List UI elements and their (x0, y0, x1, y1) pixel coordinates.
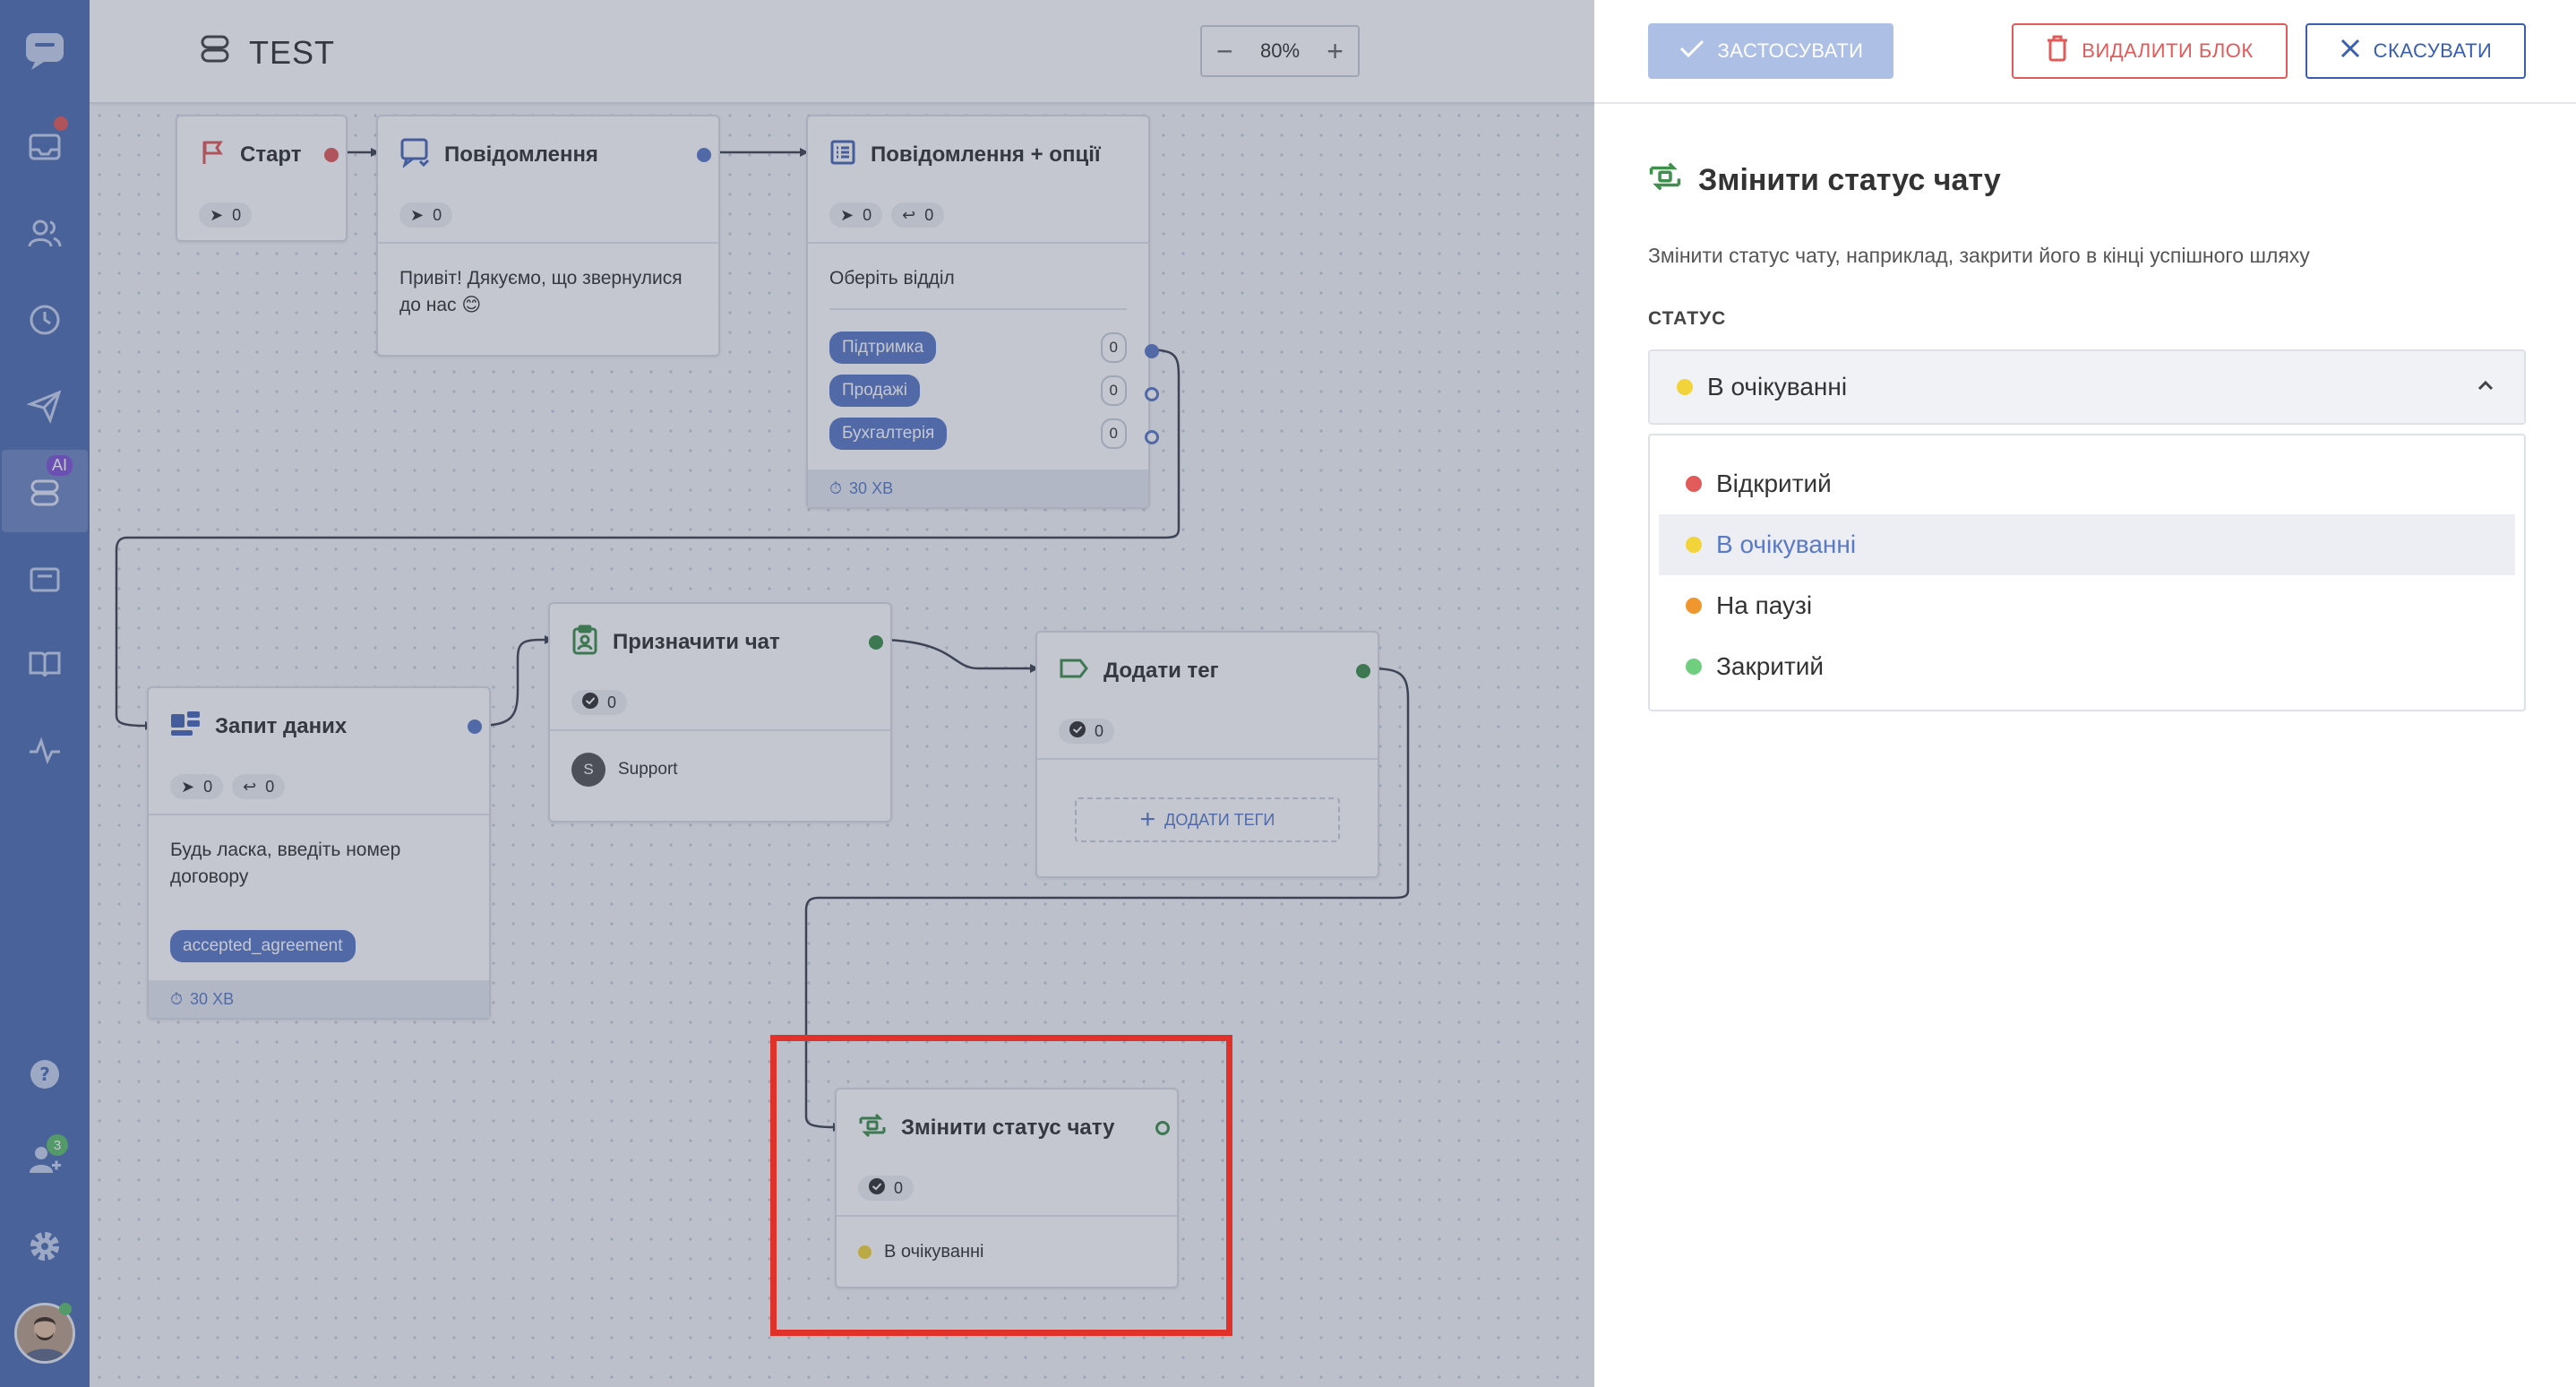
node-message[interactable]: Повідомлення ➤ 0 Привіт! Дякуємо, що звер… (376, 115, 720, 357)
option-tag: Продажі (829, 375, 920, 407)
send-icon: ➤ (410, 205, 425, 224)
output-port[interactable] (869, 635, 883, 650)
sent-stat: ➤ 0 (399, 202, 453, 228)
flag-icon (199, 139, 226, 172)
output-port[interactable] (468, 719, 482, 734)
node-title: Додати тег (1103, 659, 1219, 683)
timer-icon: ⏱ (829, 478, 843, 497)
tag-body: + ДОДАТИ ТЕГИ (1037, 758, 1378, 864)
sent-stat: ➤ 0 (170, 774, 224, 799)
panel-description: Змінити статус чату, наприклад, закрити … (1648, 244, 2310, 267)
node-message-options[interactable]: Повідомлення + опції ➤ 0 ↩ 0 Оберіть відді… (806, 115, 1159, 509)
option-tag: Бухгалтерія (829, 418, 948, 450)
add-tags-button[interactable]: + ДОДАТИ ТЕГИ (1075, 797, 1340, 842)
tag-icon (1059, 657, 1089, 686)
message-text: Оберіть відділ (829, 268, 955, 289)
done-stat: 0 (571, 690, 628, 715)
change-status-icon (1648, 159, 1682, 202)
timer-icon: ⏱ (170, 989, 184, 1008)
node-title: Повідомлення + опції (871, 142, 1101, 167)
data-request-icon (170, 711, 201, 744)
delete-block-button[interactable]: ВИДАЛИТИ БЛОК (2012, 23, 2288, 79)
panel-title-text: Змінити статус чату (1698, 163, 2001, 197)
data-body: Будь ласка, введіть номер договору accep… (149, 814, 489, 984)
option-port[interactable] (1145, 430, 1159, 444)
sent-stat: ➤ 0 (829, 202, 883, 228)
close-icon (2340, 38, 2361, 65)
sent-stat: ➤ 0 (199, 202, 253, 228)
output-port[interactable] (1356, 664, 1370, 678)
status-option-paused[interactable]: На паузі (1659, 575, 2515, 636)
message-text: Будь ласка, введіть номер договору (170, 840, 401, 887)
output-port[interactable] (697, 148, 711, 162)
node-title: Повідомлення (444, 142, 598, 167)
status-label: СТАТУС (1648, 308, 1727, 329)
status-options-list: Відкритий В очікуванні На паузі Закритий (1648, 434, 2526, 711)
reply-stat: ↩ 0 (891, 202, 945, 228)
check-icon (1679, 38, 1705, 65)
assign-icon (571, 625, 598, 661)
status-option-pending[interactable]: В очікуванні (1659, 514, 2515, 575)
status-selected-value: В очікуванні (1707, 373, 1848, 401)
options-body: Оберіть відділ Підтримка 0 Продажі 0 Бух… (808, 242, 1148, 477)
apply-button[interactable]: ЗАСТОСУВАТИ (1648, 23, 1893, 79)
option-item[interactable]: Продажі 0 (829, 369, 1127, 412)
status-dot (1686, 659, 1702, 675)
variable-tag: accepted_agreement (170, 930, 356, 962)
message-icon (399, 137, 430, 174)
node-title: Старт (240, 142, 302, 167)
option-count: 0 (1100, 332, 1127, 363)
option-port[interactable] (1145, 387, 1159, 401)
cancel-button[interactable]: СКАСУВАТИ (2306, 23, 2526, 79)
node-start[interactable]: Старт ➤ 0 (176, 115, 348, 242)
node-data-request[interactable]: Запит даних ➤ 0 ↩ 0 Будь ласка, введіть но… (147, 686, 491, 1020)
node-add-tag[interactable]: Додати тег 0 + ДОДАТИ ТЕГИ (1035, 631, 1379, 878)
agent-avatar: S (571, 753, 605, 787)
send-icon: ➤ (210, 205, 224, 224)
status-option-closed[interactable]: Закритий (1659, 636, 2515, 697)
option-count: 0 (1100, 418, 1127, 449)
option-count: 0 (1100, 375, 1127, 406)
trash-icon (2046, 35, 2069, 67)
option-item[interactable]: Бухгалтерія 0 (829, 412, 1127, 455)
timeout-footer: ⏱ 30 ХВ (149, 980, 489, 1018)
done-stat: 0 (1059, 719, 1115, 744)
message-text: Привіт! Дякуємо, що звернулися до нас 😊 (378, 242, 718, 340)
list-icon (829, 139, 856, 172)
panel-title: Змінити статус чату (1648, 159, 2001, 202)
status-dot (1686, 537, 1702, 553)
check-circle-icon (1069, 720, 1086, 742)
highlight-box (770, 1035, 1232, 1336)
block-settings-panel: ЗАСТОСУВАТИ ВИДАЛИТИ БЛОК СКАСУВАТИ Змін… (1594, 0, 2576, 1387)
option-item[interactable]: Підтримка 0 (829, 326, 1127, 369)
agent-name: Support (618, 760, 678, 779)
status-dot (1686, 598, 1702, 614)
node-assign-chat[interactable]: Призначити чат 0 S Support (548, 602, 892, 823)
reply-icon: ↩ (902, 205, 916, 224)
check-circle-icon (582, 692, 598, 713)
reply-icon: ↩ (243, 777, 257, 796)
send-icon: ➤ (181, 777, 195, 796)
node-title: Запит даних (215, 714, 348, 738)
option-port[interactable] (1145, 344, 1159, 358)
status-dot (1686, 476, 1702, 492)
status-option-open[interactable]: Відкритий (1659, 453, 2515, 514)
chevron-up-icon (2474, 375, 2497, 404)
reply-stat: ↩ 0 (232, 774, 286, 799)
plus-icon: + (1139, 805, 1156, 834)
option-tag: Підтримка (829, 332, 937, 364)
send-icon: ➤ (840, 205, 854, 224)
status-dot (1677, 379, 1693, 395)
agent-row: S Support (550, 729, 890, 808)
status-select[interactable]: В очікуванні (1648, 349, 2526, 425)
node-title: Призначити чат (613, 630, 780, 654)
timeout-footer: ⏱ 30 ХВ (808, 470, 1148, 507)
output-port[interactable] (324, 148, 339, 162)
